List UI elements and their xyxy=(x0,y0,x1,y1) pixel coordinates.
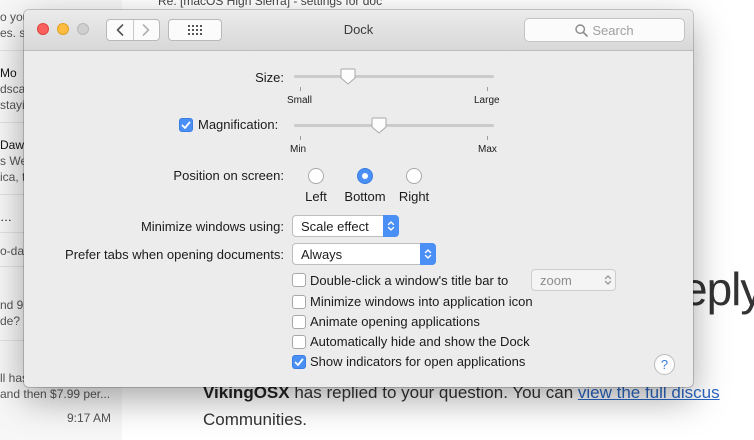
magnification-max-label: Max xyxy=(478,144,497,155)
size-label: Size: xyxy=(255,70,284,85)
help-button[interactable]: ? xyxy=(654,354,675,375)
magnification-label[interactable]: Magnification: xyxy=(198,117,278,132)
minimize-effect-popup[interactable]: Scale effect xyxy=(292,215,399,237)
mail-fragment: ica, t xyxy=(0,170,26,184)
search-field[interactable]: Search xyxy=(524,18,685,42)
mail-fragment: stayi xyxy=(0,98,25,112)
position-bottom-label[interactable]: Bottom xyxy=(335,189,395,204)
search-placeholder: Search xyxy=(592,22,634,38)
magnification-slider-track[interactable] xyxy=(294,124,494,127)
position-left-radio[interactable] xyxy=(308,168,324,184)
search-icon xyxy=(575,23,589,37)
dock-preferences-window: Dock Search Size: Small Large Magnificat… xyxy=(24,10,693,387)
position-right-label[interactable]: Right xyxy=(394,189,434,204)
animate-opening-label[interactable]: Animate opening applications xyxy=(310,314,480,329)
magnification-slider-knob[interactable] xyxy=(371,117,387,134)
magnification-min-label: Min xyxy=(290,144,307,155)
magnification-tick-min xyxy=(300,136,301,140)
size-slider-track[interactable] xyxy=(294,75,494,78)
double-click-checkbox[interactable] xyxy=(292,273,306,287)
size-max-label: Large xyxy=(474,95,500,106)
popup-arrows-icon xyxy=(600,269,616,291)
popup-arrows-icon xyxy=(420,243,436,265)
double-click-label[interactable]: Double-click a window's title bar to xyxy=(310,273,508,288)
magnification-slider[interactable] xyxy=(294,117,494,149)
show-indicators-label[interactable]: Show indicators for open applications xyxy=(310,354,525,369)
prefer-tabs-label: Prefer tabs when opening documents: xyxy=(65,247,284,262)
magnification-checkbox[interactable] xyxy=(179,118,193,132)
mail-body-line-2: Communities. xyxy=(203,410,307,429)
mail-fragment: nd 9 xyxy=(0,298,24,312)
mail-fragment: … xyxy=(0,210,12,224)
autohide-dock-label[interactable]: Automatically hide and show the Dock xyxy=(310,334,530,349)
size-tick-min xyxy=(300,87,301,91)
show-indicators-checkbox[interactable] xyxy=(292,355,306,369)
size-slider-knob[interactable] xyxy=(340,68,356,85)
animate-opening-checkbox[interactable] xyxy=(292,315,306,329)
magnification-tick-max xyxy=(487,136,488,140)
mail-time: 9:17 AM xyxy=(67,411,112,425)
size-min-label: Small xyxy=(287,95,313,106)
position-bottom-radio[interactable] xyxy=(357,168,373,184)
window-titlebar[interactable]: Dock Search xyxy=(24,10,693,51)
position-left-label[interactable]: Left xyxy=(296,189,336,204)
mail-fragment: and then $7.99 per... xyxy=(0,387,111,401)
checkmark-icon xyxy=(294,358,304,366)
mail-fragment: Mo xyxy=(0,66,17,80)
size-slider[interactable] xyxy=(294,68,494,100)
minimize-effect-value: Scale effect xyxy=(301,218,369,234)
mail-subject: Re: [macOS High Sierra] - settings for d… xyxy=(158,0,383,8)
prefer-tabs-value: Always xyxy=(301,246,343,262)
autohide-dock-checkbox[interactable] xyxy=(292,335,306,349)
position-right-radio[interactable] xyxy=(406,168,422,184)
prefer-tabs-popup[interactable]: Always xyxy=(292,243,436,265)
mail-fragment: o-da xyxy=(0,244,25,258)
size-tick-max xyxy=(487,87,488,91)
double-click-action-popup[interactable]: zoom xyxy=(531,269,616,291)
popup-arrows-icon xyxy=(383,215,399,237)
checkmark-icon xyxy=(181,121,191,129)
minimize-into-icon-checkbox[interactable] xyxy=(292,295,306,309)
minimize-into-icon-label[interactable]: Minimize windows into application icon xyxy=(310,294,533,309)
position-label: Position on screen: xyxy=(173,168,284,183)
minimize-label: Minimize windows using: xyxy=(140,219,284,234)
double-click-action-value: zoom xyxy=(540,272,572,288)
mail-fragment: dsca xyxy=(0,82,26,96)
